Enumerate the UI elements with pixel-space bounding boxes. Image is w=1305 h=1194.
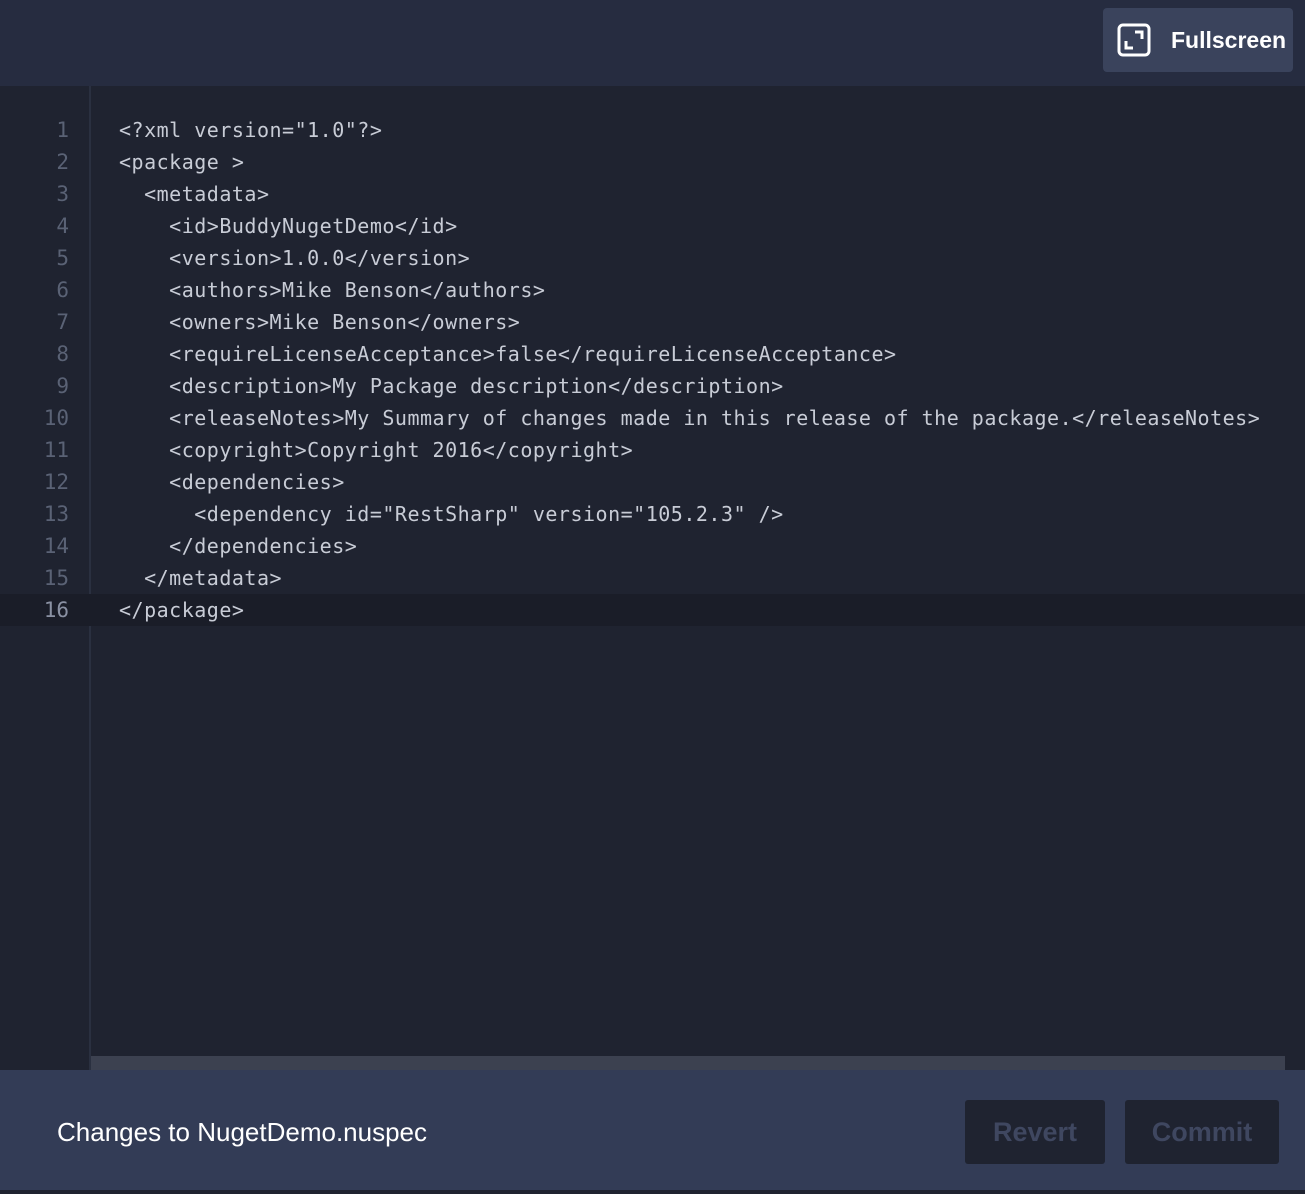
code-text[interactable]: <requireLicenseAcceptance>false</require…: [119, 338, 897, 370]
code-line[interactable]: 14 </dependencies>: [0, 530, 1305, 562]
line-number: 12: [43, 470, 69, 494]
line-number: 3: [56, 182, 69, 206]
fullscreen-label: Fullscreen: [1171, 26, 1287, 53]
line-number: 6: [56, 278, 69, 302]
code-line[interactable]: 7 <owners>Mike Benson</owners>: [0, 306, 1305, 338]
code-text[interactable]: </package>: [119, 594, 244, 626]
code-line[interactable]: 12 <dependencies>: [0, 466, 1305, 498]
line-number: 14: [43, 534, 69, 558]
expand-icon: [1117, 23, 1151, 57]
horizontal-scrollbar[interactable]: [91, 1056, 1285, 1070]
line-number: 10: [43, 406, 69, 430]
code-text[interactable]: <version>1.0.0</version>: [119, 242, 470, 274]
code-text[interactable]: <owners>Mike Benson</owners>: [119, 306, 520, 338]
code-line[interactable]: 6 <authors>Mike Benson</authors>: [0, 274, 1305, 306]
code-line[interactable]: 4 <id>BuddyNugetDemo</id>: [0, 210, 1305, 242]
line-number: 5: [56, 246, 69, 270]
code-line[interactable]: 2 <package >: [0, 146, 1305, 178]
footer-bar: Changes to NugetDemo.nuspec Revert Commi…: [0, 1070, 1305, 1190]
code-text[interactable]: <?xml version="1.0"?>: [119, 114, 382, 146]
line-number: 8: [56, 342, 69, 366]
code-text[interactable]: <authors>Mike Benson</authors>: [119, 274, 545, 306]
code-line[interactable]: 16 </package>: [0, 594, 1305, 626]
commit-button[interactable]: Commit: [1125, 1100, 1279, 1164]
line-number: 1: [56, 118, 69, 142]
code-line[interactable]: 9 <description>My Package description</d…: [0, 370, 1305, 402]
line-number: 11: [43, 438, 69, 462]
line-number: 2: [56, 150, 69, 174]
code-text[interactable]: <description>My Package description</des…: [119, 370, 784, 402]
line-number: 16: [43, 598, 69, 622]
code-text[interactable]: <releaseNotes>My Summary of changes made…: [119, 402, 1260, 434]
line-number: 9: [56, 374, 69, 398]
code-line[interactable]: 15 </metadata>: [0, 562, 1305, 594]
code-text[interactable]: <metadata>: [119, 178, 270, 210]
code-line[interactable]: 8 <requireLicenseAcceptance>false</requi…: [0, 338, 1305, 370]
changes-title: Changes to NugetDemo.nuspec: [57, 1117, 428, 1147]
code-editor[interactable]: 1 <?xml version="1.0"?> 2 <package >3 <meta…: [0, 86, 1305, 1070]
top-toolbar: Fullscreen: [0, 0, 1305, 86]
line-number: 15: [43, 566, 69, 590]
code-text[interactable]: <id>BuddyNugetDemo</id>: [119, 210, 458, 242]
code-line[interactable]: 13 <dependency id="RestSharp" version="1…: [0, 498, 1305, 530]
fullscreen-button[interactable]: Fullscreen: [1103, 8, 1293, 72]
code-text[interactable]: <copyright>Copyright 2016</copyright>: [119, 434, 633, 466]
code-text[interactable]: </metadata>: [119, 562, 282, 594]
code-line[interactable]: 1 <?xml version="1.0"?>: [0, 114, 1305, 146]
line-number: 7: [56, 310, 69, 334]
code-text[interactable]: <dependency id="RestSharp" version="105.…: [119, 498, 784, 530]
code-text[interactable]: <package >: [119, 146, 244, 178]
line-number: 4: [56, 214, 69, 238]
code-line[interactable]: 5 <version>1.0.0</version>: [0, 242, 1305, 274]
code-line[interactable]: 3 <metadata>: [0, 178, 1305, 210]
code-text[interactable]: <dependencies>: [119, 466, 345, 498]
code-lines: 1 <?xml version="1.0"?> 2 <package >3 <meta…: [0, 114, 1305, 626]
code-line[interactable]: 10 <releaseNotes>My Summary of changes m…: [0, 402, 1305, 434]
code-text[interactable]: </dependencies>: [119, 530, 357, 562]
line-number: 13: [43, 502, 69, 526]
code-line[interactable]: 11 <copyright>Copyright 2016</copyright>: [0, 434, 1305, 466]
revert-button[interactable]: Revert: [965, 1100, 1105, 1164]
